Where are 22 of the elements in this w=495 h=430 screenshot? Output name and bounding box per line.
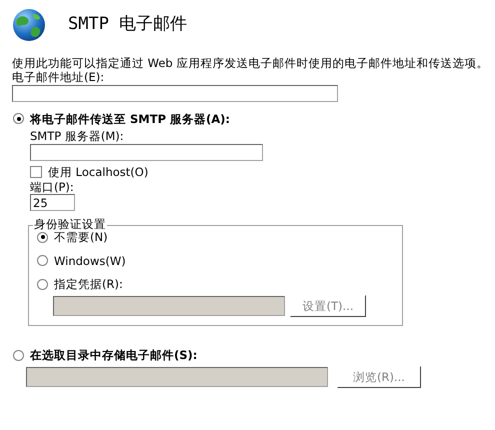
field-label: SMTP 服务器(M): xyxy=(30,129,125,144)
option-label: 指定凭据(R): xyxy=(54,277,123,292)
port-field[interactable]: 25 xyxy=(30,194,75,212)
page-title: SMTP 电子邮件 xyxy=(68,14,188,36)
option-label: Windows(W) xyxy=(54,254,126,268)
email-address-field[interactable] xyxy=(12,84,338,102)
globe-icon xyxy=(12,8,46,42)
checkbox-label: 使用 Localhost(O) xyxy=(48,164,148,179)
radio-button[interactable] xyxy=(13,350,24,362)
radio-button[interactable] xyxy=(37,232,48,243)
checkbox[interactable] xyxy=(30,166,42,178)
field-label: 端口(P): xyxy=(30,180,75,194)
radio-button[interactable] xyxy=(37,278,48,290)
description-text: 使用此功能可以指定通过 Web 应用程序发送电子邮件时使用的电子邮件地址和传送选项。 xyxy=(12,56,490,70)
option-label: 在选取目录中存储电子邮件(S): xyxy=(30,348,198,363)
smtp-server-field[interactable] xyxy=(30,144,263,160)
radio-button[interactable] xyxy=(37,255,48,266)
option-label: 将电子邮件传送至 SMTP 服务器(A): xyxy=(30,112,230,126)
option-label: 不需要(N) xyxy=(54,230,108,245)
field-label: 电子邮件地址(E): xyxy=(12,70,106,85)
group-title: 身份验证设置 xyxy=(33,217,107,232)
radio-button[interactable] xyxy=(13,113,24,124)
